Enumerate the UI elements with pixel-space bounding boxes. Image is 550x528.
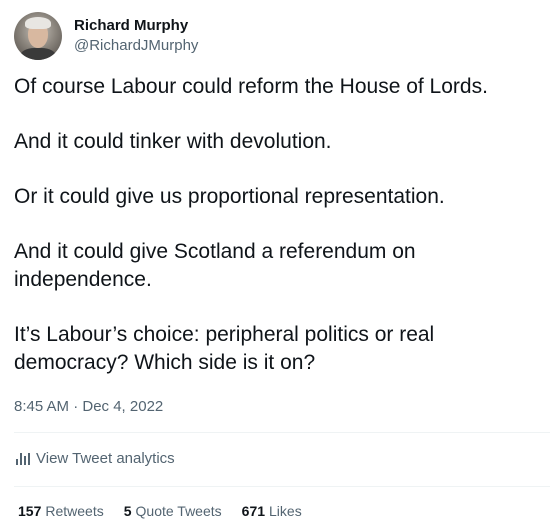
display-name[interactable]: Richard Murphy bbox=[74, 16, 198, 36]
tweet-paragraph: And it could give Scotland a referendum … bbox=[14, 240, 416, 291]
avatar[interactable] bbox=[14, 12, 62, 60]
quotes-label: Quote Tweets bbox=[135, 503, 222, 519]
retweets-link[interactable]: 157 Retweets bbox=[18, 501, 104, 521]
retweets-label: Retweets bbox=[45, 503, 104, 519]
retweets-count: 157 bbox=[18, 503, 42, 519]
author-names: Richard Murphy @RichardJMurphy bbox=[74, 16, 198, 56]
tweet-paragraph: Of course Labour could reform the House … bbox=[14, 75, 488, 98]
tweet-timestamp[interactable]: 8:45 AM · Dec 4, 2022 bbox=[14, 397, 163, 417]
quotes-count: 5 bbox=[123, 503, 132, 519]
tweet-paragraph: It’s Labour’s choice: peripheral politic… bbox=[14, 323, 435, 374]
tweet-paragraph: Or it could give us proportional represe… bbox=[14, 185, 445, 208]
divider bbox=[14, 432, 550, 433]
tweet-paragraph: And it could tinker with devolution. bbox=[14, 130, 332, 153]
tweet-header: Richard Murphy @RichardJMurphy bbox=[14, 12, 198, 60]
likes-link[interactable]: 671 Likes bbox=[242, 501, 302, 521]
view-analytics-link[interactable]: View Tweet analytics bbox=[16, 449, 175, 469]
tweet-stats: 157 Retweets 5 Quote Tweets 671 Likes bbox=[18, 501, 302, 521]
quote-tweets-link[interactable]: 5 Quote Tweets bbox=[124, 501, 222, 521]
analytics-label: View Tweet analytics bbox=[36, 450, 175, 467]
likes-label: Likes bbox=[269, 503, 302, 519]
likes-count: 671 bbox=[241, 503, 266, 519]
user-handle[interactable]: @RichardJMurphy bbox=[74, 36, 198, 56]
divider bbox=[14, 486, 550, 487]
bar-chart-icon bbox=[16, 453, 30, 465]
tweet-text: Of course Labour could reform the House … bbox=[14, 73, 539, 404]
